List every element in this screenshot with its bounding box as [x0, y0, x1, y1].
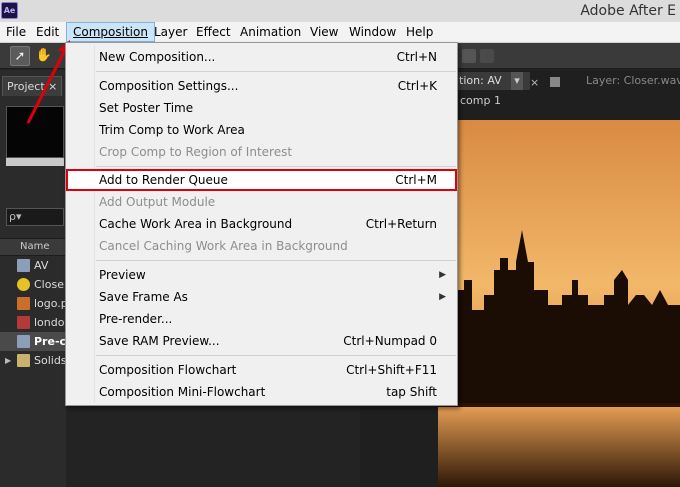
menu-item-label: Pre-render... [99, 312, 173, 326]
menu-item-shortcut: Ctrl+Return [365, 217, 437, 231]
menu-item-pre-render[interactable]: Pre-render... [66, 308, 457, 330]
menu-item-trim-comp[interactable]: Trim Comp to Work Area [66, 119, 457, 141]
menu-item-label: Composition Flowchart [99, 363, 237, 377]
menu-item-label: Add to Render Queue [99, 173, 228, 187]
menu-item-crop-comp[interactable]: Crop Comp to Region of Interest [66, 141, 457, 163]
menu-item-shortcut: Ctrl+N [396, 50, 437, 64]
menu-item-label: Composition Settings... [99, 79, 239, 93]
menu-item-new-composition[interactable]: New Composition... Ctrl+N [66, 46, 457, 68]
menu-separator [96, 166, 456, 167]
submenu-arrow-icon: ▶ [439, 270, 446, 280]
menu-item-label: New Composition... [99, 50, 216, 64]
menu-separator [96, 71, 456, 72]
menu-item-shortcut: Ctrl+Shift+F11 [346, 363, 437, 377]
menu-item-add-output-module[interactable]: Add Output Module [66, 191, 457, 213]
menu-item-composition-mini-flowchart[interactable]: Composition Mini-Flowchart tap Shift [66, 381, 457, 403]
menu-item-set-poster-time[interactable]: Set Poster Time [66, 97, 457, 119]
menu-item-label: Cache Work Area in Background [99, 217, 293, 231]
menu-item-label: Trim Comp to Work Area [99, 123, 245, 137]
menu-item-save-frame-as[interactable]: Save Frame As ▶ [66, 286, 457, 308]
menu-item-label: Cancel Caching Work Area in Background [99, 239, 348, 253]
menu-item-label: Crop Comp to Region of Interest [99, 145, 293, 159]
menu-item-preview[interactable]: Preview ▶ [66, 264, 457, 286]
menu-item-composition-settings[interactable]: Composition Settings... Ctrl+K [66, 75, 457, 97]
menu-item-label: Save RAM Preview... [99, 334, 220, 348]
menu-item-save-ram-preview[interactable]: Save RAM Preview... Ctrl+Numpad 0 [66, 330, 457, 352]
menu-item-label: Preview [99, 268, 146, 282]
menu-item-cache-work-area[interactable]: Cache Work Area in Background Ctrl+Retur… [66, 213, 457, 235]
menu-item-label: Add Output Module [99, 195, 216, 209]
menu-item-label: Set Poster Time [99, 101, 194, 115]
menu-item-shortcut: Ctrl+Numpad 0 [343, 334, 437, 348]
composition-menu-dropdown: New Composition... Ctrl+N Composition Se… [65, 42, 458, 406]
menu-item-cancel-caching[interactable]: Cancel Caching Work Area in Background [66, 235, 457, 257]
menu-item-add-to-render-queue[interactable]: Add to Render Queue Ctrl+M [66, 169, 457, 191]
menu-separator [96, 355, 456, 356]
menu-item-label: Composition Mini-Flowchart [99, 385, 266, 399]
menu-item-composition-flowchart[interactable]: Composition Flowchart Ctrl+Shift+F11 [66, 359, 457, 381]
menu-item-label: Save Frame As [99, 290, 188, 304]
menu-separator [96, 260, 456, 261]
menu-item-shortcut: Ctrl+M [395, 173, 437, 187]
menu-item-shortcut: Ctrl+K [397, 79, 437, 93]
submenu-arrow-icon: ▶ [439, 292, 446, 302]
menu-item-shortcut: tap Shift [386, 385, 437, 399]
